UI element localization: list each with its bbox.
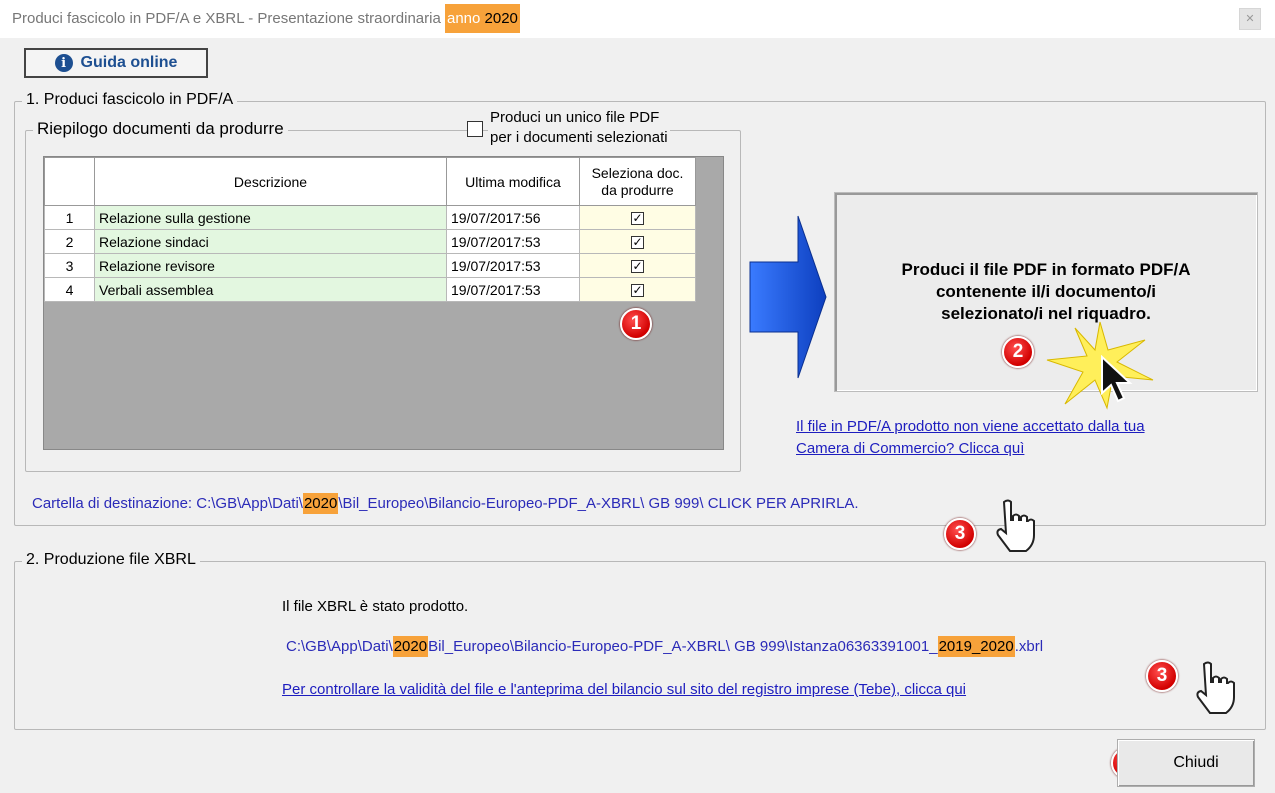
row-select-cell[interactable]: ✓ [579,205,696,230]
step-badge-3: 3 [944,518,976,550]
table-row[interactable]: 3 Relazione revisore 19/07/2017:53 ✓ [44,253,696,278]
row-select-checkbox[interactable]: ✓ [631,236,644,250]
window-title-text: Produci fascicolo in PDF/A e XBRL - Pres… [12,10,441,27]
row-select-cell[interactable]: ✓ [579,277,696,302]
row-select-cell[interactable]: ✓ [579,253,696,278]
row-number: 1 [44,205,95,230]
pdfa-help-link[interactable]: Il file in PDF/A prodotto non viene acce… [796,416,1145,460]
tebe-check-link[interactable]: Per controllare la validità del file e l… [282,681,966,698]
guida-online-button[interactable]: i Guida online [24,48,208,78]
hand-pointer-icon [996,499,1035,552]
row-select-cell[interactable]: ✓ [579,229,696,254]
col-header-seleziona: Seleziona doc. da produrre [579,157,696,206]
title-bar: Produci fascicolo in PDF/A e XBRL - Pres… [0,0,1275,38]
table-row[interactable]: 2 Relazione sindaci 19/07/2017:53 ✓ [44,229,696,254]
close-button[interactable]: Chiudi [1117,739,1255,787]
riepilogo-label: Riepilogo documenti da produrre [33,119,288,139]
step-badge-1: 1 [620,308,652,340]
single-pdf-label-line2: per i documenti selezionati [490,129,668,146]
row-description[interactable]: Relazione sindaci [94,229,447,254]
col-header-seleziona-line2: da produrre [601,181,674,198]
xbrl-path-mid: Bil_Europeo\Bilancio-Europeo-PDF_A-XBRL\… [428,638,938,655]
dest-prefix: Cartella di destinazione: C:\GB\App\Dati… [32,495,303,512]
row-description[interactable]: Relazione sulla gestione [94,205,447,230]
step-badge-3b: 3 [1146,660,1178,692]
close-window-icon[interactable]: ✕ [1239,8,1261,30]
col-header-ultima-modifica: Ultima modifica [446,157,580,206]
dest-suffix: \Bil_Europeo\Bilancio-Europeo-PDF_A-XBRL… [338,495,859,512]
step-badge-2: 2 [1002,336,1034,368]
row-description[interactable]: Verbali assemblea [94,277,447,302]
row-number: 3 [44,253,95,278]
col-header-num [44,157,95,206]
row-description[interactable]: Relazione revisore [94,253,447,278]
title-year-highlight: anno 2020 [444,4,520,33]
row-date: 19/07/2017:53 [446,277,580,302]
row-select-checkbox[interactable]: ✓ [631,284,644,298]
hand-pointer-icon [1196,661,1235,714]
mouse-pointer-icon [1101,355,1133,403]
guida-online-label: Guida online [80,54,178,71]
row-select-checkbox[interactable]: ✓ [631,212,644,226]
table-row[interactable]: 1 Relazione sulla gestione 19/07/2017:56… [44,205,696,230]
title-year: 2020 [484,10,518,27]
pdfa-help-link-line1: Il file in PDF/A prodotto non viene acce… [796,418,1145,435]
produce-pdfa-line1: Produci il file PDF in formato PDF/A [901,260,1191,279]
xbrl-path-prefix: C:\GB\App\Dati\ [286,638,393,655]
single-pdf-label: Produci un unico file PDF per i document… [488,108,670,148]
row-date: 19/07/2017:53 [446,253,580,278]
col-header-seleziona-line1: Seleziona doc. [591,164,684,181]
xbrl-file-path[interactable]: C:\GB\App\Dati\2020Bil_Europeo\Bilancio-… [286,636,1044,657]
arrow-right-icon [749,215,827,379]
single-pdf-label-line1: Produci un unico file PDF [490,109,660,126]
pdfa-help-link-line2: Camera di Commercio? Clicca quì [796,440,1025,457]
xbrl-path-year: 2020 [392,636,429,657]
row-date: 19/07/2017:56 [446,205,580,230]
produce-pdfa-line2: contenente il/i documento/i [935,282,1157,301]
window-title: Produci fascicolo in PDF/A e XBRL - Pres… [12,4,520,33]
row-number: 2 [44,229,95,254]
produce-pdfa-label: Produci il file PDF in formato PDF/A con… [901,259,1190,325]
xbrl-status: Il file XBRL è stato prodotto. [282,598,469,615]
xbrl-path-ext: .xbrl [1014,638,1044,655]
destination-folder-link[interactable]: Cartella di destinazione: C:\GB\App\Dati… [32,493,859,514]
row-date: 19/07/2017:53 [446,229,580,254]
title-anno: anno [446,10,481,27]
documents-grid: Descrizione Ultima modifica Seleziona do… [43,156,724,450]
section-xbrl-label: 2. Produzione file XBRL [22,551,200,569]
row-number: 4 [44,277,95,302]
table-row[interactable]: 4 Verbali assemblea 19/07/2017:53 ✓ [44,277,696,302]
dest-year: 2020 [302,493,339,514]
info-icon: i [54,54,73,72]
section-pdfa-label: 1. Produci fascicolo in PDF/A [22,91,238,109]
col-header-descrizione: Descrizione [94,157,447,206]
row-select-checkbox[interactable]: ✓ [631,260,644,274]
documents-table: Descrizione Ultima modifica Seleziona do… [44,157,696,302]
single-pdf-checkbox[interactable] [467,121,483,137]
xbrl-path-period: 2019_2020 [937,636,1015,657]
